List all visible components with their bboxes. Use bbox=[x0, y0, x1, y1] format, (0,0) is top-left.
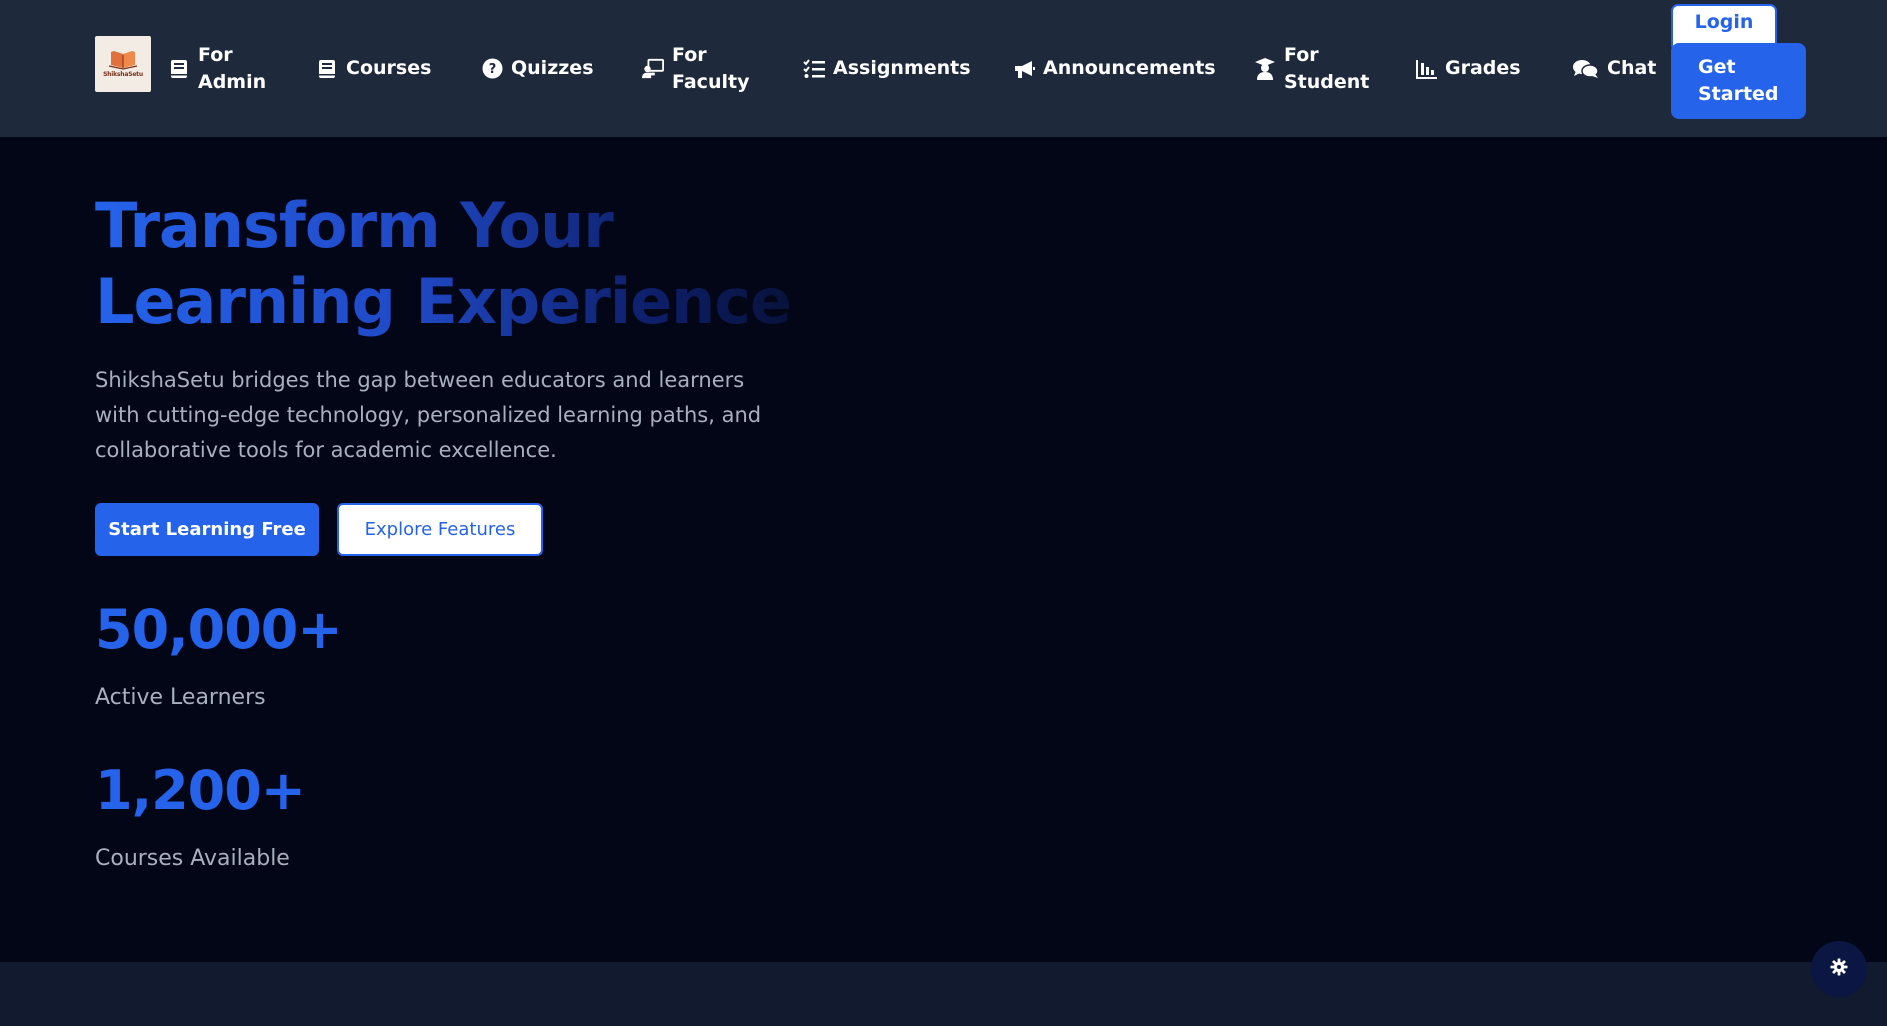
nav-label: Chat bbox=[1607, 57, 1657, 79]
nav-for-faculty[interactable]: For Faculty bbox=[642, 0, 750, 137]
stat-courses-value: 1,200+ bbox=[95, 759, 306, 822]
nav-label: For Faculty bbox=[672, 43, 750, 93]
top-navbar: ShikshaSetu For Admin Courses ? Quizzes … bbox=[0, 0, 1887, 137]
hero-title-line-2: Learning Experience bbox=[95, 265, 792, 338]
next-section-strip bbox=[0, 962, 1887, 1026]
nav-label: For Student bbox=[1284, 43, 1370, 93]
chalkboard-teacher-icon bbox=[642, 58, 664, 80]
nav-chat[interactable]: Chat bbox=[1573, 0, 1656, 137]
nav-assignments[interactable]: Assignments bbox=[803, 0, 971, 137]
megaphone-icon bbox=[1013, 58, 1035, 80]
brand-logo[interactable]: ShikshaSetu bbox=[95, 36, 151, 92]
chat-bubbles-icon bbox=[1573, 58, 1599, 80]
gear-icon bbox=[1830, 958, 1848, 980]
task-list-icon bbox=[803, 58, 825, 80]
nav-announcements[interactable]: Announcements bbox=[1013, 0, 1216, 137]
hero-section: Transform Your Learning Experience Shiks… bbox=[0, 137, 1887, 962]
open-book-logo-icon bbox=[108, 51, 138, 70]
nav-for-student[interactable]: For Student bbox=[1254, 0, 1370, 137]
nav-label: Quizzes bbox=[511, 57, 594, 79]
graduate-icon bbox=[1254, 57, 1276, 80]
explore-features-button[interactable]: Explore Features bbox=[337, 503, 543, 556]
get-started-button[interactable]: Get Started bbox=[1671, 43, 1806, 119]
nav-courses[interactable]: Courses bbox=[316, 0, 431, 137]
hero-title: Transform Your Learning Experience bbox=[95, 188, 995, 340]
question-circle-icon: ? bbox=[481, 58, 503, 80]
nav-grades[interactable]: Grades bbox=[1415, 0, 1521, 137]
stat-active-learners-label: Active Learners bbox=[95, 685, 266, 710]
nav-for-admin[interactable]: For Admin bbox=[168, 0, 270, 137]
bar-chart-icon bbox=[1415, 58, 1437, 80]
hero-title-line-1: Transform Your bbox=[95, 189, 613, 262]
brand-logo-text: ShikshaSetu bbox=[103, 71, 143, 78]
nav-quizzes[interactable]: ? Quizzes bbox=[481, 0, 594, 137]
stat-courses-label: Courses Available bbox=[95, 846, 290, 871]
nav-label: Grades bbox=[1445, 57, 1521, 79]
nav-label: Courses bbox=[346, 57, 432, 79]
stat-active-learners-value: 50,000+ bbox=[95, 598, 343, 661]
book-icon bbox=[316, 58, 338, 80]
settings-button[interactable] bbox=[1811, 941, 1867, 997]
get-started-label: Get Started bbox=[1698, 56, 1779, 105]
nav-label: Assignments bbox=[833, 57, 971, 79]
nav-label: Announcements bbox=[1043, 57, 1216, 79]
hero-description: ShikshaSetu bridges the gap between educ… bbox=[95, 368, 762, 462]
svg-text:?: ? bbox=[488, 62, 496, 77]
start-learning-button[interactable]: Start Learning Free bbox=[95, 503, 319, 556]
nav-label: For Admin bbox=[198, 43, 267, 93]
book-icon bbox=[168, 58, 190, 80]
